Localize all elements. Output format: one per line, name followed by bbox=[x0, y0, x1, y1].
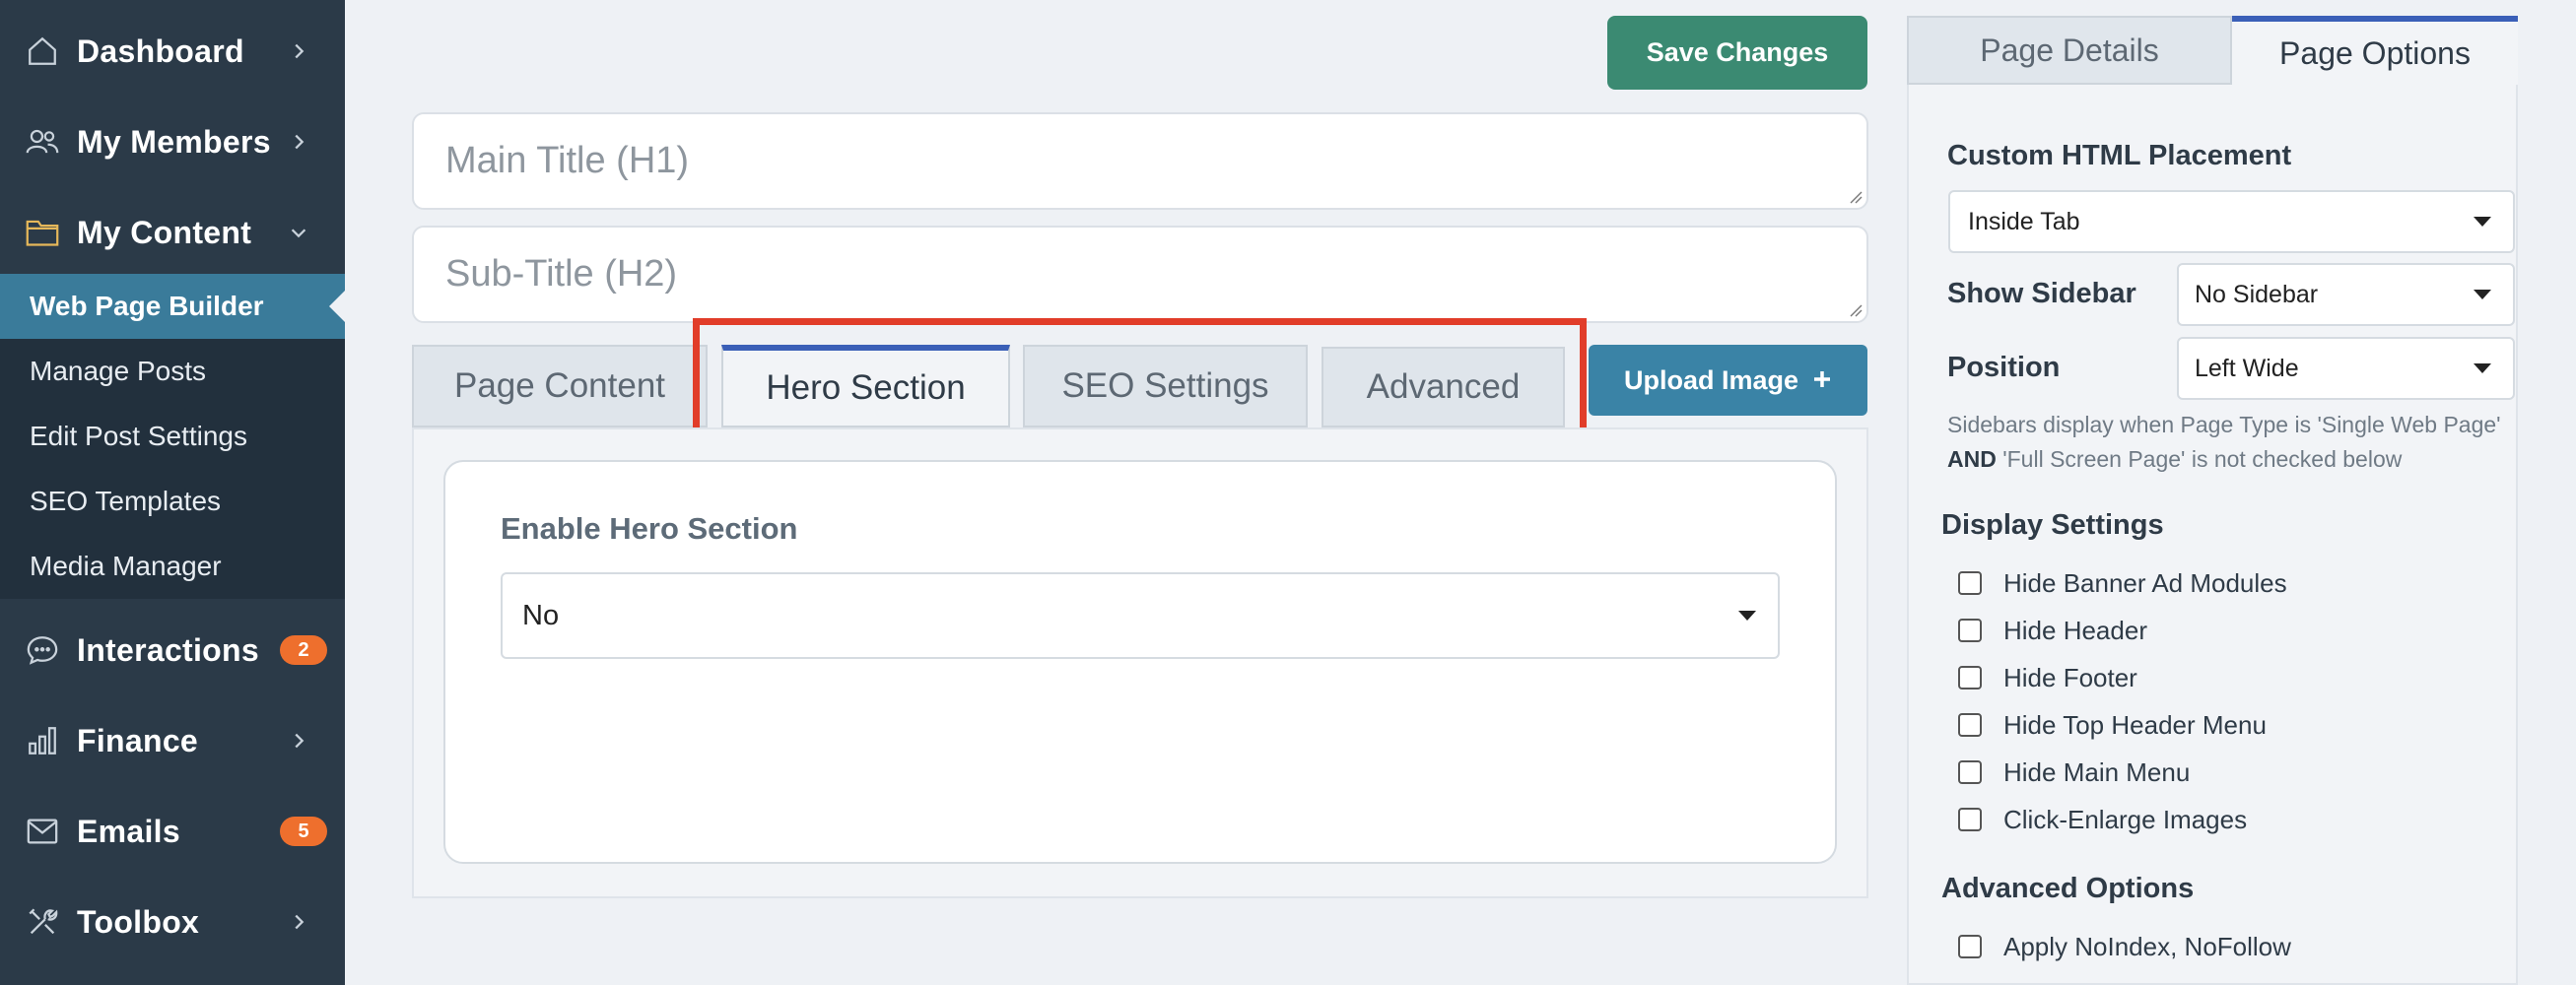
custom-html-placement-label: Custom HTML Placement bbox=[1947, 140, 2292, 171]
checkbox[interactable] bbox=[1958, 666, 1982, 690]
sub-item-edit-post-settings[interactable]: Edit Post Settings bbox=[0, 404, 345, 469]
chevron-right-icon bbox=[295, 134, 305, 150]
checkbox-hide-main-menu[interactable]: Hide Main Menu bbox=[1958, 755, 2190, 789]
chevron-right-icon bbox=[295, 43, 305, 59]
enable-hero-label: Enable Hero Section bbox=[501, 511, 798, 546]
position-value: Left Wide bbox=[2195, 354, 2299, 382]
sub-item-web-page-builder[interactable]: Web Page Builder bbox=[0, 274, 345, 339]
resize-grip-icon[interactable] bbox=[1847, 301, 1863, 317]
nav-my-members-label: My Members bbox=[77, 123, 271, 160]
folder-icon bbox=[24, 214, 61, 251]
my-content-submenu: Web Page Builder Manage Posts Edit Post … bbox=[0, 274, 345, 599]
enable-hero-value: No bbox=[522, 599, 560, 631]
nav-finance-label: Finance bbox=[77, 722, 199, 758]
nav-emails[interactable]: Emails 5 bbox=[0, 786, 345, 877]
hero-section-card: Enable Hero Section No bbox=[443, 460, 1837, 864]
position-select[interactable]: Left Wide bbox=[2177, 337, 2515, 400]
checkbox-hide-footer[interactable]: Hide Footer bbox=[1958, 661, 2137, 694]
checkbox[interactable] bbox=[1958, 571, 1982, 595]
enable-hero-select[interactable]: No bbox=[501, 572, 1780, 659]
nav-toolbox[interactable]: Toolbox bbox=[0, 877, 345, 967]
show-sidebar-select[interactable]: No Sidebar bbox=[2177, 263, 2515, 326]
checkbox-hide-header[interactable]: Hide Header bbox=[1958, 614, 2147, 647]
chevron-down-icon bbox=[291, 229, 306, 238]
advanced-options-heading: Advanced Options bbox=[1941, 873, 2195, 904]
upload-image-label: Upload Image bbox=[1623, 364, 1799, 395]
sidebar-help-note: Sidebars display when Page Type is 'Sing… bbox=[1947, 412, 2501, 472]
home-icon bbox=[24, 33, 61, 70]
users-icon bbox=[24, 123, 61, 161]
checkbox[interactable] bbox=[1958, 619, 1982, 642]
sub-item-manage-posts[interactable]: Manage Posts bbox=[0, 339, 345, 404]
checkbox[interactable] bbox=[1958, 808, 1982, 831]
main-title-input[interactable]: Main Title (H1) bbox=[412, 112, 1868, 210]
show-sidebar-value: No Sidebar bbox=[2195, 280, 2319, 308]
dropdown-caret-icon bbox=[2474, 217, 2491, 227]
checkbox-apply-noindex-nofollow[interactable]: Apply NoIndex, NoFollow bbox=[1958, 930, 2291, 963]
chevron-right-icon bbox=[295, 733, 305, 749]
checkbox-hide-banner-ad-modules[interactable]: Hide Banner Ad Modules bbox=[1958, 566, 2287, 600]
position-label: Position bbox=[1947, 352, 2061, 383]
tab-page-content[interactable]: Page Content bbox=[412, 345, 708, 427]
sub-item-seo-templates[interactable]: SEO Templates bbox=[0, 469, 345, 534]
tab-page-details[interactable]: Page Details bbox=[1907, 16, 2232, 85]
nav-dashboard-label: Dashboard bbox=[77, 33, 244, 69]
sub-item-media-manager[interactable]: Media Manager bbox=[0, 534, 345, 599]
save-changes-button[interactable]: Save Changes bbox=[1607, 16, 1867, 90]
sub-title-placeholder: Sub-Title (H2) bbox=[445, 253, 678, 295]
dropdown-caret-icon bbox=[2474, 363, 2491, 373]
display-settings-heading: Display Settings bbox=[1941, 509, 2164, 541]
tab-page-options[interactable]: Page Options bbox=[2232, 16, 2518, 85]
checkbox-click-enlarge-images[interactable]: Click-Enlarge Images bbox=[1958, 803, 2247, 836]
chat-bubble-icon bbox=[24, 631, 61, 669]
tools-icon bbox=[24, 903, 61, 941]
checkbox-hide-top-header-menu[interactable]: Hide Top Header Menu bbox=[1958, 708, 2267, 742]
show-sidebar-label: Show Sidebar bbox=[1947, 278, 2136, 309]
sidebar: Dashboard My Members My Content Web Page… bbox=[0, 0, 345, 985]
sub-title-input[interactable]: Sub-Title (H2) bbox=[412, 226, 1868, 323]
plus-icon bbox=[1812, 365, 1832, 396]
interactions-count-badge: 2 bbox=[280, 635, 327, 665]
custom-html-placement-value: Inside Tab bbox=[1968, 207, 2080, 235]
checkbox[interactable] bbox=[1958, 935, 1982, 958]
checkbox[interactable] bbox=[1958, 760, 1982, 784]
nav-my-members[interactable]: My Members bbox=[0, 97, 345, 187]
nav-my-content-label: My Content bbox=[77, 214, 252, 250]
bar-chart-icon bbox=[24, 722, 61, 759]
nav-emails-label: Emails bbox=[77, 813, 180, 849]
checkbox[interactable] bbox=[1958, 713, 1982, 737]
dropdown-caret-icon bbox=[2474, 290, 2491, 299]
nav-finance[interactable]: Finance bbox=[0, 695, 345, 786]
nav-interactions[interactable]: Interactions 2 bbox=[0, 605, 345, 695]
envelope-icon bbox=[24, 813, 61, 850]
chevron-right-icon bbox=[295, 914, 305, 930]
nav-dashboard[interactable]: Dashboard bbox=[0, 6, 345, 97]
custom-html-placement-select[interactable]: Inside Tab bbox=[1948, 190, 2515, 253]
upload-image-button[interactable]: Upload Image bbox=[1589, 345, 1867, 416]
nav-toolbox-label: Toolbox bbox=[77, 903, 200, 940]
dropdown-caret-icon bbox=[1738, 611, 1756, 621]
emails-count-badge: 5 bbox=[280, 817, 327, 846]
main-title-placeholder: Main Title (H1) bbox=[445, 140, 690, 181]
nav-my-content[interactable]: My Content bbox=[0, 187, 345, 278]
nav-interactions-label: Interactions bbox=[77, 631, 259, 668]
resize-grip-icon[interactable] bbox=[1847, 188, 1863, 204]
